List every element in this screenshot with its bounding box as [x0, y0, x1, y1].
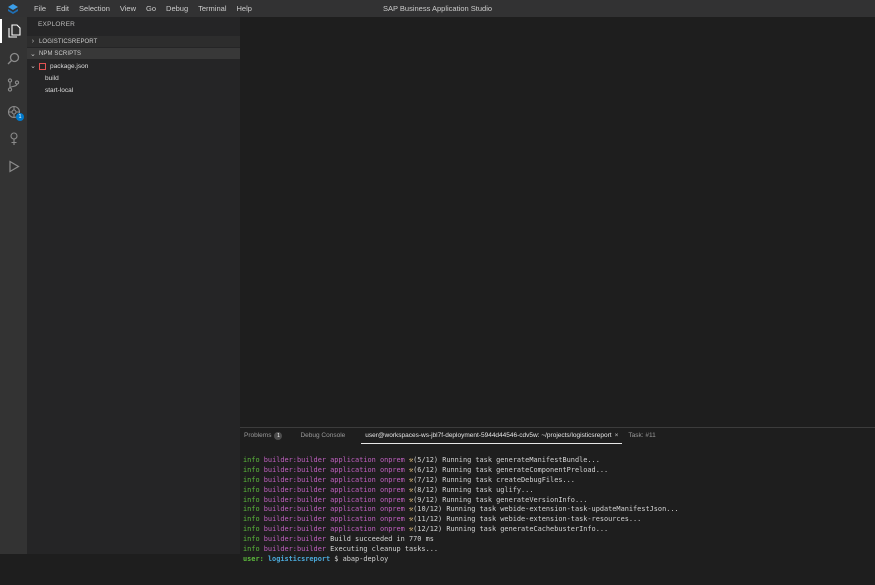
tree-item-package-json[interactable]: ⌄ package.json [27, 60, 240, 72]
terminal-line: info builder:builder Executing cleanup t… [243, 545, 439, 554]
chevron-down-icon: ⌄ [30, 63, 36, 70]
terminal-line: info builder:builder application onprem … [243, 455, 600, 464]
prompt-symbol: $ [334, 554, 339, 563]
tab-task-label: Task: #11 [628, 432, 656, 439]
tab-debug-console-label: Debug Console [300, 432, 346, 439]
terminal-line: info builder:builder application onprem … [243, 465, 609, 474]
terminal-line: info builder:builder application onprem … [243, 485, 534, 494]
problems-count-badge: 1 [274, 432, 283, 440]
terminal-line: info builder:builder Build succeeded in … [243, 535, 434, 544]
terminal-output[interactable]: info builder:builder application onprem … [243, 446, 679, 585]
terminal-line: info builder:builder application onprem … [243, 475, 575, 484]
menu-go[interactable]: Go [141, 0, 161, 17]
prompt-dir: logisticsreport [267, 554, 331, 563]
activity-bar: 1 [0, 17, 27, 554]
section-project-label: LOGISTICSREPORT [39, 38, 98, 45]
extensions-badge: 1 [16, 113, 24, 121]
sidebar-title: EXPLORER [38, 21, 76, 28]
section-npm-label: NPM SCRIPTS [39, 50, 82, 57]
tab-task[interactable]: Task: #11 [624, 428, 659, 444]
section-header-project[interactable]: › LOGISTICSREPORT [27, 36, 240, 47]
explorer-sidebar: EXPLORER › LOGISTICSREPORT ⌄ NPM SCRIPTS… [27, 17, 240, 554]
npm-package-icon [39, 62, 46, 70]
menu-edit[interactable]: Edit [51, 0, 74, 17]
package-json-label: package.json [50, 62, 89, 70]
menu-terminal[interactable]: Terminal [193, 0, 231, 17]
terminal-line: info builder:builder application onprem … [243, 515, 642, 524]
tree-item-script[interactable]: start-local [27, 84, 240, 96]
script-label: start-local [45, 86, 74, 94]
panel-tabs: Problems 1 Debug Console user@workspaces… [240, 428, 875, 444]
menu-debug[interactable]: Debug [161, 0, 193, 17]
menu-selection[interactable]: Selection [74, 0, 115, 17]
tree-item-script[interactable]: build [27, 72, 240, 84]
tab-terminal-label: user@workspaces-ws-jbl7f-deployment-5944… [365, 431, 612, 439]
menu-bar: File Edit Selection View Go Debug Termin… [26, 0, 257, 17]
app-logo-icon[interactable] [0, 0, 26, 17]
tab-problems-label: Problems [244, 432, 272, 439]
terminal-prompt[interactable]: user: logisticsreport $ abap-deploy [243, 555, 679, 565]
explorer-icon[interactable] [0, 19, 27, 43]
extensions-icon[interactable]: 1 [0, 100, 27, 124]
tab-problems[interactable]: Problems 1 [240, 428, 286, 444]
remote-icon[interactable] [0, 127, 27, 151]
chevron-right-icon: › [31, 38, 35, 45]
menu-help[interactable]: Help [231, 0, 256, 17]
prompt-user: user: [243, 554, 264, 563]
run-debug-icon[interactable] [0, 154, 27, 178]
bottom-panel: Problems 1 Debug Console user@workspaces… [240, 427, 875, 563]
script-label: build [45, 74, 59, 82]
close-icon[interactable]: × [615, 428, 619, 444]
section-header-npm-scripts[interactable]: ⌄ NPM SCRIPTS [27, 48, 240, 59]
title-bar: File Edit Selection View Go Debug Termin… [0, 0, 875, 17]
tab-debug-console[interactable]: Debug Console [296, 428, 349, 444]
menu-file[interactable]: File [26, 0, 51, 17]
source-control-icon[interactable] [0, 73, 27, 97]
tab-terminal[interactable]: user@workspaces-ws-jbl7f-deployment-5944… [361, 428, 623, 444]
terminal-line: info builder:builder application onprem … [243, 505, 679, 514]
search-icon[interactable] [0, 46, 27, 70]
terminal-line: info builder:builder application onprem … [243, 495, 588, 504]
menu-view[interactable]: View [115, 0, 141, 17]
terminal-line: info builder:builder application onprem … [243, 525, 609, 534]
prompt-command: abap-deploy [342, 554, 389, 563]
editor-area[interactable] [240, 17, 875, 427]
chevron-down-icon: ⌄ [30, 50, 36, 58]
